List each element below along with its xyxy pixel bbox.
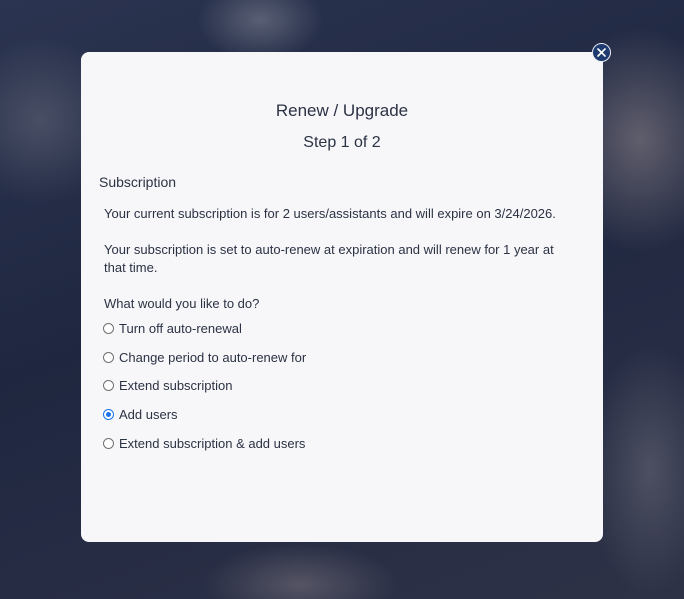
radio-button[interactable] [103,351,114,363]
action-question: What would you like to do? [104,296,260,311]
close-button[interactable] [592,43,611,62]
option-change-auto-renew-period[interactable]: Change period to auto-renew for [103,347,306,367]
option-turn-off-auto-renewal[interactable]: Turn off auto-renewal [103,318,242,338]
option-add-users[interactable]: Add users [103,404,178,424]
option-extend-subscription[interactable]: Extend subscription [103,375,232,395]
subscription-info-text: Your current subscription is for 2 users… [104,206,556,221]
radio-button-selected[interactable] [103,408,114,420]
step-indicator: Step 1 of 2 [303,134,381,151]
option-label: Turn off auto-renewal [119,320,242,336]
renew-upgrade-dialog: Renew / Upgrade Step 1 of 2 Subscription… [81,52,603,542]
option-label: Extend subscription & add users [119,435,306,451]
radio-button[interactable] [103,379,114,391]
close-icon [597,48,606,57]
radio-button[interactable] [103,437,114,449]
option-extend-and-add-users[interactable]: Extend subscription & add users [103,433,305,453]
auto-renew-info-text: Your subscription is set to auto-renew a… [104,242,554,275]
radio-button[interactable] [103,322,114,334]
option-label: Change period to auto-renew for [119,349,307,365]
section-label-subscription: Subscription [99,174,177,190]
option-label: Extend subscription [119,377,233,393]
dialog-title: Renew / Upgrade [275,101,409,120]
option-label: Add users [119,406,178,422]
